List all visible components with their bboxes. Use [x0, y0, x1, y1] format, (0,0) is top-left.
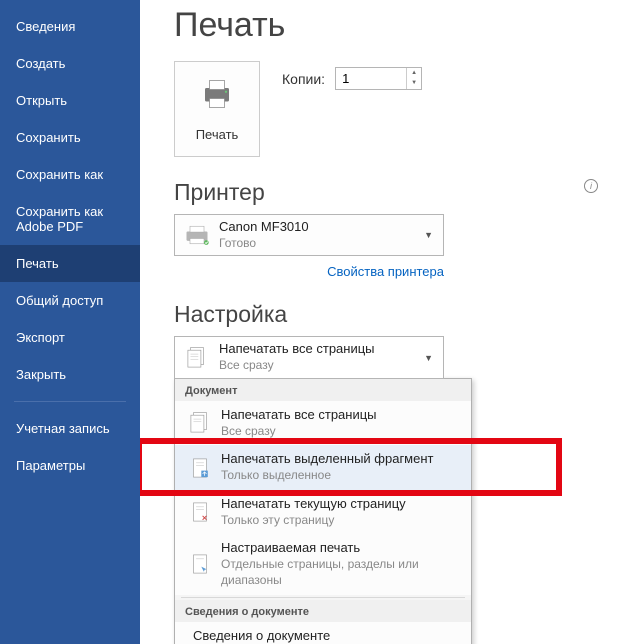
sidebar-item-account[interactable]: Учетная запись [0, 410, 140, 447]
sidebar-item-close[interactable]: Закрыть [0, 356, 140, 393]
dropdown-item-selection[interactable]: Напечатать выделенный фрагмент Только вы… [175, 445, 471, 489]
dropdown-item-sub: Отдельные страницы, разделы или диапазон… [221, 557, 463, 588]
range-selected-sub: Все сразу [219, 358, 420, 374]
page-custom-icon [183, 549, 217, 579]
printer-heading: Принтер [174, 179, 265, 206]
dropdown-item-sub: Только эту страницу [221, 513, 463, 529]
dropdown-item-label: Напечатать все страницы [221, 407, 463, 424]
chevron-down-icon: ▼ [420, 353, 437, 363]
range-selected-title: Напечатать все страницы [219, 341, 420, 358]
page-current-icon [183, 497, 217, 527]
dropdown-item-label: Настраиваемая печать [221, 540, 463, 557]
dropdown-item-custom-range[interactable]: Настраиваемая печать Отдельные страницы,… [175, 534, 471, 594]
pages-icon [181, 344, 213, 372]
sidebar: Сведения Создать Открыть Сохранить Сохра… [0, 0, 140, 644]
copies-input-wrap: ▲ ▼ [335, 67, 422, 90]
sidebar-item-info[interactable]: Сведения [0, 8, 140, 45]
dropdown-item-label: Напечатать текущую страницу [221, 496, 463, 513]
dropdown-item-current-page[interactable]: Напечатать текущую страницу Только эту с… [175, 490, 471, 534]
info-icon[interactable]: i [584, 179, 598, 193]
main-panel: Печать Печать Копии: ▲ ▼ Принтер i [140, 0, 618, 644]
settings-heading: Настройка [174, 301, 618, 328]
sidebar-separator [14, 401, 126, 402]
sidebar-item-saveas[interactable]: Сохранить как [0, 156, 140, 193]
copies-label: Копии: [282, 71, 325, 87]
copies-input[interactable] [336, 68, 406, 89]
print-button-label: Печать [196, 127, 239, 142]
printer-device-icon [181, 221, 213, 249]
sidebar-item-print[interactable]: Печать [0, 245, 140, 282]
copies-down-button[interactable]: ▼ [407, 78, 421, 88]
page-selection-icon [183, 453, 217, 483]
sidebar-item-open[interactable]: Открыть [0, 82, 140, 119]
printer-properties-link[interactable]: Свойства принтера [174, 264, 444, 279]
print-button[interactable]: Печать [174, 61, 260, 157]
sidebar-item-share[interactable]: Общий доступ [0, 282, 140, 319]
dropdown-group-document: Документ [175, 379, 471, 401]
dropdown-item-doc-info[interactable]: Сведения о документе Список свойств, так… [175, 622, 471, 644]
dropdown-item-label: Напечатать выделенный фрагмент [221, 451, 463, 468]
dropdown-item-label: Сведения о документе [193, 628, 463, 644]
dropdown-group-docinfo: Сведения о документе [175, 600, 471, 622]
sidebar-item-save[interactable]: Сохранить [0, 119, 140, 156]
sidebar-item-options[interactable]: Параметры [0, 447, 140, 484]
printer-status: Готово [219, 236, 420, 252]
sidebar-item-export[interactable]: Экспорт [0, 319, 140, 356]
dropdown-item-sub: Все сразу [221, 424, 463, 440]
page-title: Печать [174, 6, 618, 45]
sidebar-item-saveas-pdf[interactable]: Сохранить как Adobe PDF [0, 193, 140, 245]
print-range-select[interactable]: Напечатать все страницы Все сразу ▼ [174, 336, 444, 378]
pages-icon [183, 408, 217, 438]
copies-up-button[interactable]: ▲ [407, 68, 421, 78]
sidebar-item-new[interactable]: Создать [0, 45, 140, 82]
chevron-down-icon: ▼ [420, 230, 437, 240]
dropdown-item-sub: Только выделенное [221, 468, 463, 484]
printer-select[interactable]: Canon MF3010 Готово ▼ [174, 214, 444, 256]
dropdown-divider [181, 597, 465, 598]
printer-name: Canon MF3010 [219, 219, 420, 236]
dropdown-item-all-pages[interactable]: Напечатать все страницы Все сразу [175, 401, 471, 445]
printer-icon [199, 76, 235, 117]
print-range-dropdown: Документ Напечатать все страницы Все сра… [174, 378, 472, 644]
